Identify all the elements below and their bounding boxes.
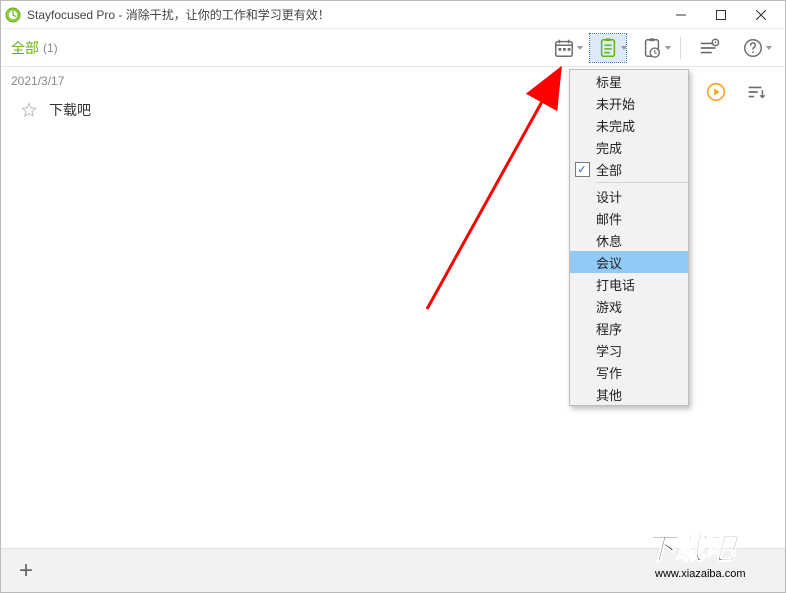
filter-count: (1): [43, 41, 58, 55]
menu-item-label: 学习: [594, 341, 680, 360]
toolbar-separator: [680, 37, 681, 59]
menu-item[interactable]: 程序: [570, 317, 688, 339]
menu-item[interactable]: 完成: [570, 136, 688, 158]
menu-item[interactable]: ✓全部: [570, 158, 688, 180]
menu-item[interactable]: 未开始: [570, 92, 688, 114]
menu-item-label: 邮件: [594, 209, 680, 228]
add-button[interactable]: +: [11, 557, 41, 585]
menu-item[interactable]: 设计: [570, 185, 688, 207]
menu-item-label: 未完成: [594, 116, 680, 135]
menu-item-label: 标星: [594, 72, 680, 91]
bottom-bar: +: [1, 548, 785, 592]
app-icon: [5, 7, 21, 23]
play-icon[interactable]: [705, 81, 727, 108]
menu-item[interactable]: 其他: [570, 383, 688, 405]
menu-item[interactable]: 会议: [570, 251, 688, 273]
menu-item[interactable]: 学习: [570, 339, 688, 361]
menu-item[interactable]: 标星: [570, 70, 688, 92]
list-view-button[interactable]: [691, 34, 727, 62]
help-button[interactable]: [735, 34, 771, 62]
app-window: Stayfocused Pro - 消除干扰，让你的工作和学习更有效！ 全部 (…: [0, 0, 786, 593]
category-filter-button[interactable]: [590, 34, 626, 62]
title-bar: Stayfocused Pro - 消除干扰，让你的工作和学习更有效！: [1, 1, 785, 29]
menu-item[interactable]: 休息: [570, 229, 688, 251]
menu-item-label: 程序: [594, 319, 680, 338]
toolbar: 全部 (1): [1, 29, 785, 67]
menu-item-label: 休息: [594, 231, 680, 250]
filter-label[interactable]: 全部: [11, 38, 39, 58]
menu-item-label: 写作: [594, 363, 680, 382]
menu-item-label: 游戏: [594, 297, 680, 316]
menu-item-label: 会议: [594, 253, 680, 272]
minimize-button[interactable]: [661, 1, 701, 29]
menu-item-label: 未开始: [594, 94, 680, 113]
menu-item-label: 设计: [594, 187, 680, 206]
menu-item[interactable]: 游戏: [570, 295, 688, 317]
time-filter-button[interactable]: [634, 34, 670, 62]
window-buttons: [661, 1, 781, 29]
maximize-button[interactable]: [701, 1, 741, 29]
menu-item-label: 打电话: [594, 275, 680, 294]
calendar-button[interactable]: [546, 34, 582, 62]
sort-icon[interactable]: [745, 81, 767, 108]
window-title: Stayfocused Pro - 消除干扰，让你的工作和学习更有效！: [27, 6, 661, 23]
menu-item[interactable]: 未完成: [570, 114, 688, 136]
menu-item-label: 全部: [594, 160, 680, 179]
menu-item[interactable]: 写作: [570, 361, 688, 383]
star-icon[interactable]: [21, 102, 37, 118]
menu-item[interactable]: 打电话: [570, 273, 688, 295]
menu-item[interactable]: 邮件: [570, 207, 688, 229]
menu-separator: [596, 182, 688, 183]
menu-item-label: 完成: [594, 138, 680, 157]
category-dropdown-menu: 标星未开始未完成完成✓全部设计邮件休息会议打电话游戏程序学习写作其他: [569, 69, 689, 406]
close-button[interactable]: [741, 1, 781, 29]
menu-item-label: 其他: [594, 385, 680, 404]
